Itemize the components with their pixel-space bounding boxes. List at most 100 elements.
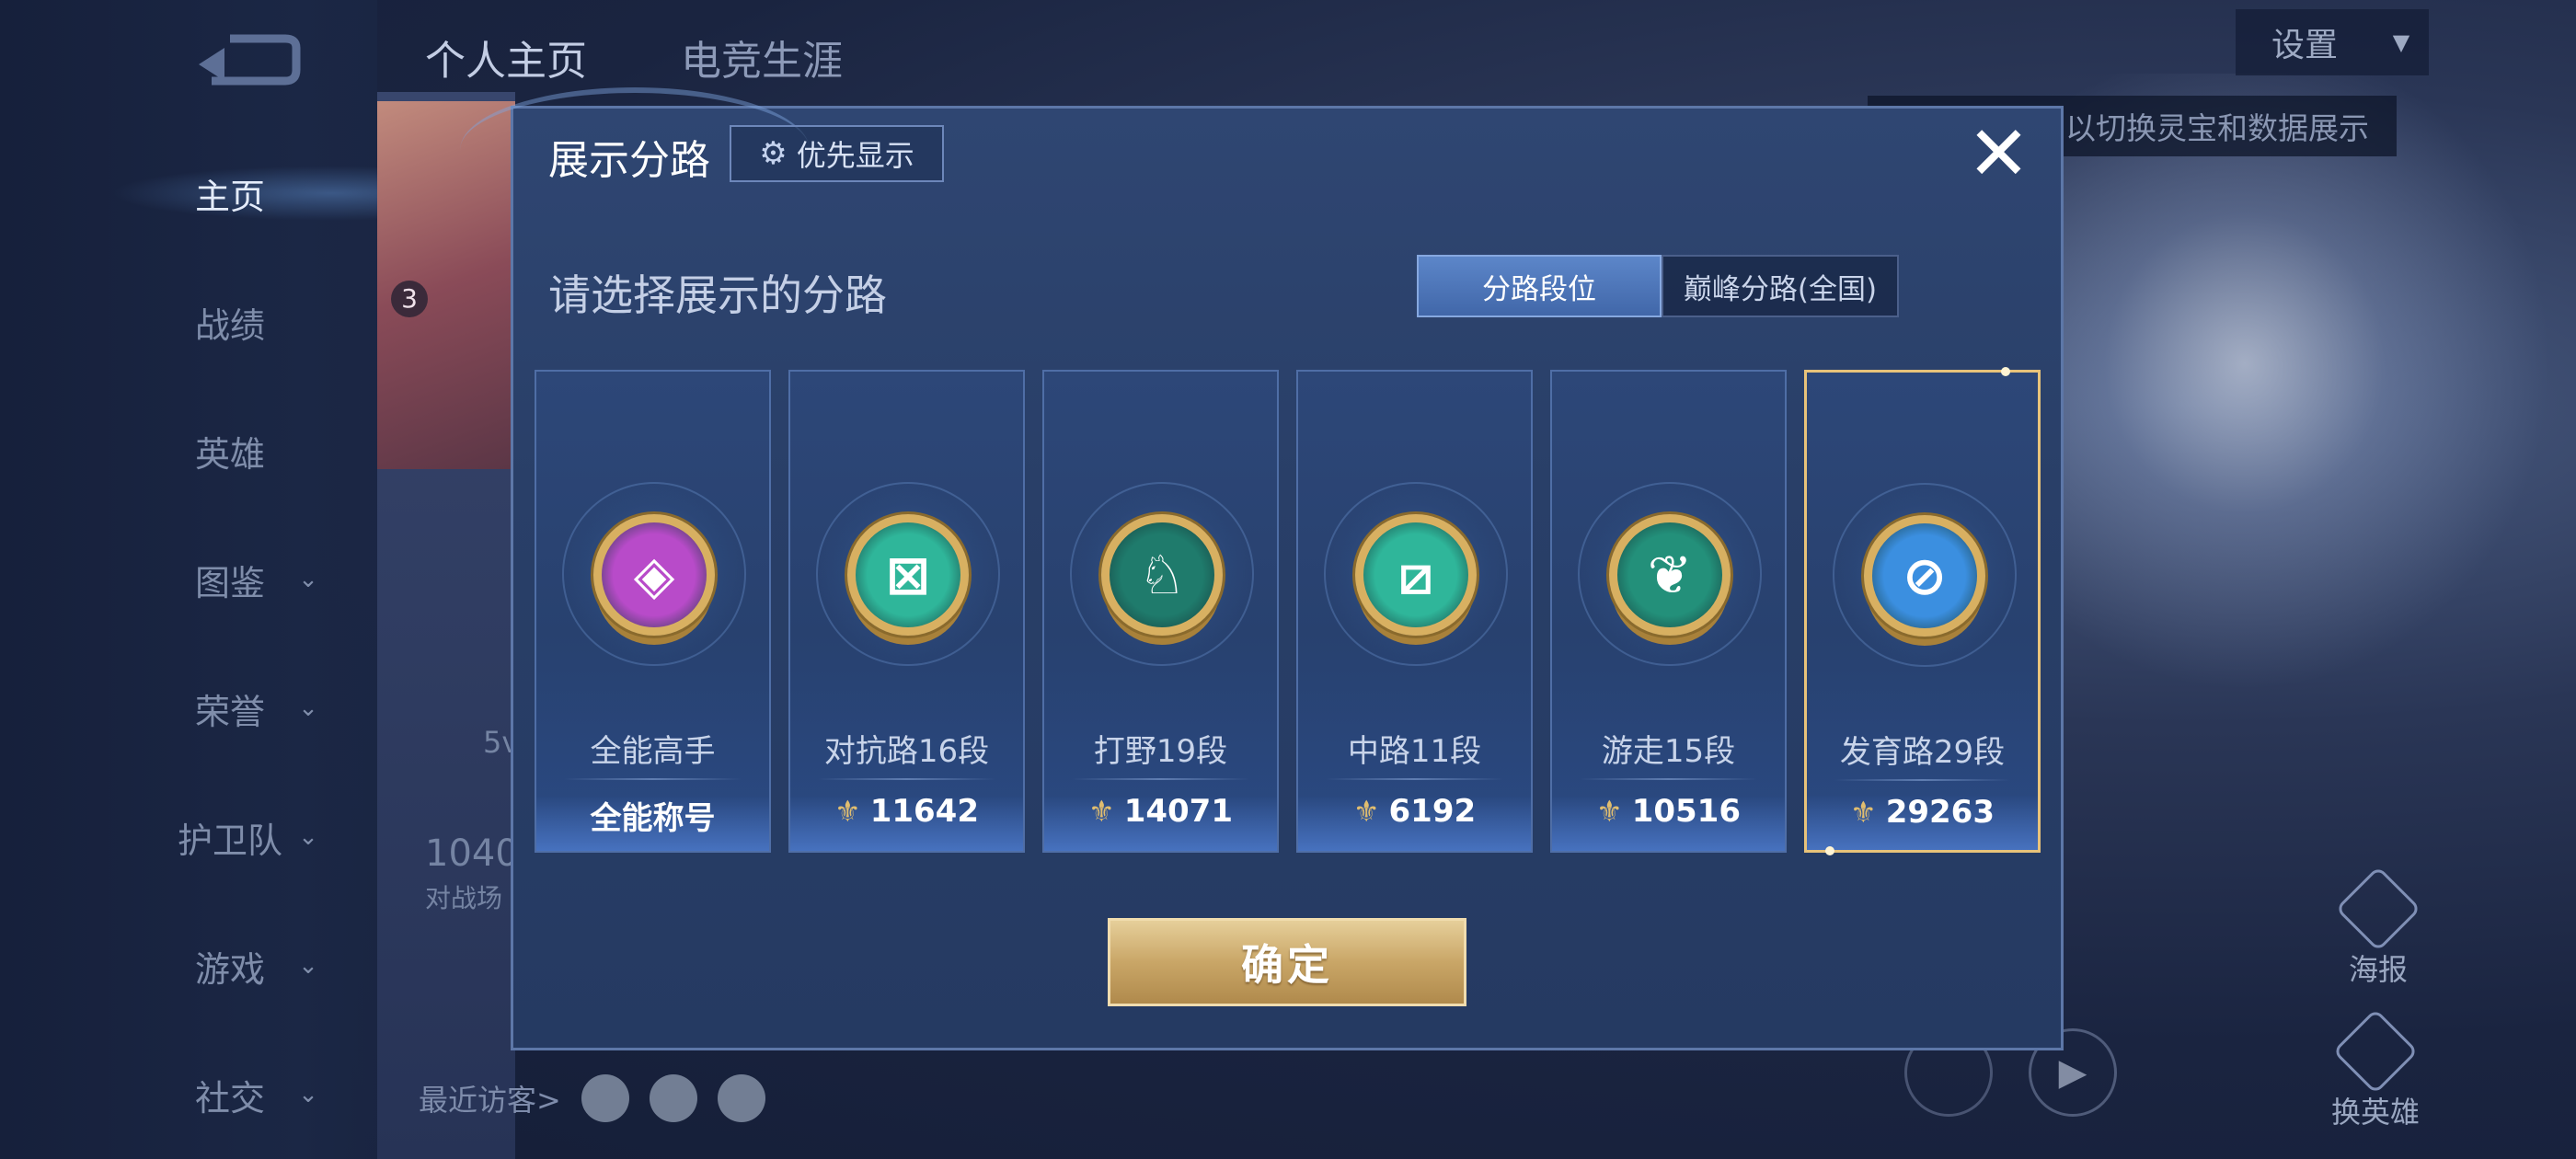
sidebar-item-label: 主页	[194, 176, 265, 217]
modal-subtitle: 请选择展示的分路	[548, 270, 887, 320]
poster-label: 海报	[2348, 952, 2408, 987]
poster-button[interactable]: 海报	[2323, 866, 2433, 989]
tab-lane-rank[interactable]: 分路段位	[1417, 255, 1662, 317]
selection-corner-dot	[2001, 367, 2010, 376]
sidebar-item-0[interactable]: 主页	[129, 156, 368, 230]
switch-hero-label: 换英雄	[2330, 1095, 2420, 1130]
points-icon: ⚜	[1596, 794, 1623, 829]
lane-card[interactable]: ♘ 打野19段 ⚜ 14071	[1042, 370, 1279, 853]
sidebar-item-label: 荣誉	[194, 691, 265, 732]
card-divider	[818, 778, 995, 780]
background-light-burst	[2024, 74, 2576, 717]
card-divider	[1580, 778, 1757, 780]
lane-card-value-text: 29263	[1885, 794, 1995, 831]
back-button[interactable]	[193, 28, 304, 92]
visitor-avatar[interactable]	[717, 1074, 765, 1122]
confirm-button[interactable]: 确定	[1108, 918, 1466, 1006]
chevron-down-icon: ⌄	[298, 952, 318, 980]
visitor-avatar[interactable]	[581, 1074, 629, 1122]
switch-hero-button[interactable]: 换英雄	[2320, 1008, 2431, 1131]
points-icon: ⚜	[1352, 794, 1380, 829]
left-sidebar: 主页 战绩 英雄 图鉴 ⌄ 荣誉 ⌄ 护卫队 ⌄ 游戏 ⌄ 社交 ⌄	[0, 0, 386, 1159]
priority-display-button[interactable]: ⚙ 优先显示	[730, 125, 944, 182]
sidebar-item-1[interactable]: 战绩	[129, 285, 368, 359]
lane-card-value: ⚜ 10516	[1552, 793, 1785, 830]
lane-card-name: 游走15段	[1601, 733, 1736, 770]
badge-symbol: ⧄	[1398, 543, 1433, 606]
points-icon: ⚜	[1850, 795, 1877, 830]
lane-card-value-text: 全能称号	[590, 800, 716, 837]
badge-symbol: ⊠	[885, 544, 931, 606]
points-icon: ⚜	[1088, 794, 1115, 829]
sidebar-item-6[interactable]: 游戏 ⌄	[129, 929, 368, 1003]
tab-personal-home[interactable]: 个人主页	[425, 28, 587, 86]
sidebar-item-label: 社交	[194, 1077, 265, 1119]
mid-lane-badge-icon: ⧄	[1355, 514, 1477, 636]
sidebar-item-label: 战绩	[194, 304, 265, 346]
badge-symbol: ⊘	[1902, 545, 1948, 607]
sidebar-item-2[interactable]: 英雄	[129, 414, 368, 488]
visitor-avatar[interactable]	[649, 1074, 697, 1122]
roam-badge-icon: ❦	[1609, 514, 1731, 636]
lane-card-value-text: 6192	[1388, 793, 1477, 830]
sidebar-item-label: 图鉴	[194, 562, 265, 603]
sidebar-item-label: 游戏	[194, 948, 265, 990]
lane-card[interactable]: ❦ 游走15段 ⚜ 10516	[1550, 370, 1787, 853]
all-round-badge-icon: ◈	[593, 514, 715, 636]
priority-display-label: 优先显示	[796, 138, 914, 173]
tab-esports-career[interactable]: 电竞生涯	[681, 28, 843, 86]
badge-symbol: ♘	[1138, 544, 1186, 606]
lane-card-name: 打野19段	[1093, 733, 1228, 770]
card-divider	[1834, 779, 2010, 781]
settings-button[interactable]: 设置	[2236, 9, 2374, 75]
jungle-badge-icon: ♘	[1101, 514, 1223, 636]
lane-card-value: ⚜ 29263	[1807, 794, 2038, 831]
modal-title: 展示分路	[548, 137, 710, 184]
chevron-down-icon: ⌄	[298, 1081, 318, 1108]
back-arrow-icon	[199, 34, 301, 86]
tab-peak-lane-national[interactable]: 巅峰分路(全国)	[1662, 255, 1899, 317]
sidebar-item-7[interactable]: 社交 ⌄	[129, 1058, 368, 1131]
sidebar-item-label: 英雄	[194, 433, 265, 475]
lane-card-name: 发育路29段	[1839, 734, 2006, 771]
lane-card-value-text: 11642	[869, 793, 979, 830]
badge-symbol: ◈	[633, 544, 675, 606]
points-icon: ⚜	[834, 794, 861, 829]
lane-card-value: ⚜ 14071	[1044, 793, 1277, 830]
poster-icon	[2335, 866, 2421, 952]
chevron-down-icon: ⌄	[298, 694, 318, 722]
sidebar-item-5[interactable]: 护卫队 ⌄	[129, 800, 368, 874]
recent-visitors-label[interactable]: 最近访客>	[419, 1077, 561, 1119]
chevron-down-icon: ⌄	[298, 566, 318, 593]
lane-card[interactable]: ⧄ 中路11段 ⚜ 6192	[1296, 370, 1533, 853]
lane-card[interactable]: ◈ 全能高手全能称号	[535, 370, 771, 853]
lane-card[interactable]: ⊘ 发育路29段 ⚜ 29263	[1804, 367, 2041, 855]
match-count: 1040	[425, 832, 519, 875]
selection-corner-dot	[1825, 846, 1834, 855]
chevron-down-icon[interactable]: ▼	[2374, 9, 2429, 75]
card-divider	[564, 778, 742, 780]
level-badge: 3	[391, 281, 428, 317]
sidebar-item-4[interactable]: 荣誉 ⌄	[129, 671, 368, 745]
lane-card-name: 中路11段	[1347, 733, 1482, 770]
switch-hero-icon	[2332, 1008, 2419, 1095]
chevron-down-icon: ⌄	[298, 823, 318, 851]
gear-icon: ⚙	[759, 135, 788, 172]
lane-card-name: 全能高手	[590, 733, 716, 770]
lane-card-value-text: 10516	[1631, 793, 1741, 830]
clash-lane-badge-icon: ⊠	[847, 514, 969, 636]
card-divider	[1326, 778, 1503, 780]
lane-card-value: ⚜ 11642	[790, 793, 1023, 830]
lane-card-value-text: 14071	[1123, 793, 1233, 830]
recent-visitors[interactable]: 最近访客>	[419, 1074, 765, 1122]
match-count-label: 对战场	[425, 883, 503, 913]
card-divider	[1072, 778, 1249, 780]
sidebar-item-3[interactable]: 图鉴 ⌄	[129, 543, 368, 616]
lane-card-value: 全能称号	[536, 793, 769, 838]
lane-card-value: ⚜ 6192	[1298, 793, 1531, 830]
badge-symbol: ❦	[1647, 544, 1693, 606]
close-icon[interactable]: ✕	[1964, 117, 2033, 192]
lane-card-name: 对抗路16段	[823, 733, 990, 770]
farm-lane-badge-icon: ⊘	[1864, 515, 1985, 637]
lane-card[interactable]: ⊠ 对抗路16段 ⚜ 11642	[788, 370, 1025, 853]
